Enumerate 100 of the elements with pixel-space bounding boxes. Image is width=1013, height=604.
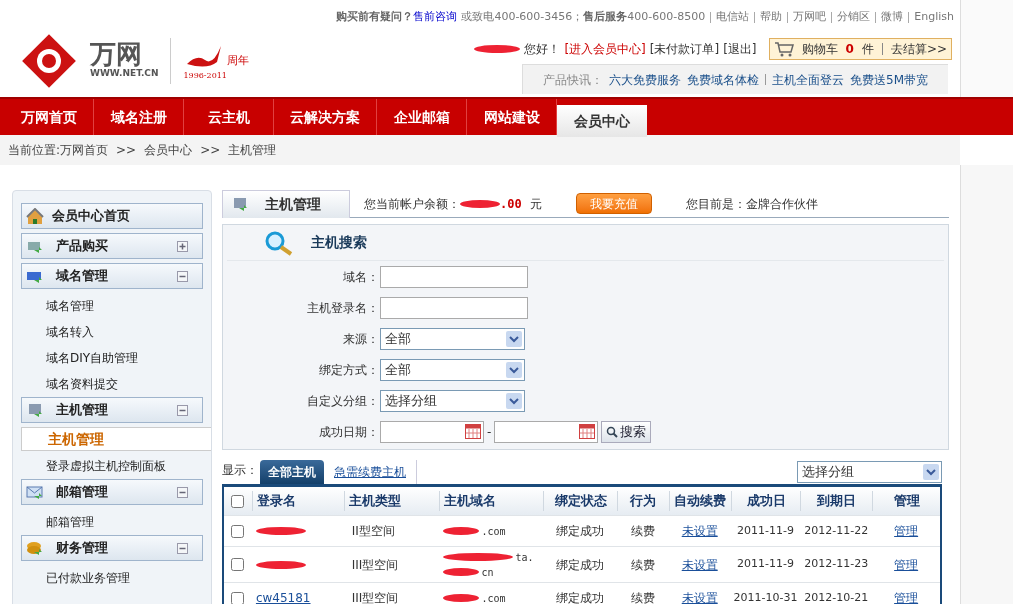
top-link[interactable]: 万网吧 bbox=[793, 8, 827, 26]
domain-text: cn bbox=[481, 565, 494, 580]
domain-text: ta. bbox=[515, 550, 534, 565]
anniversary-label: 周年 bbox=[227, 53, 250, 69]
column-header: 管理 bbox=[872, 491, 940, 511]
sidebar-link[interactable]: 主机管理 bbox=[21, 427, 211, 451]
sidebar-link[interactable]: 登录虚拟主机控制面板 bbox=[21, 453, 203, 479]
section-title: 财务管理 bbox=[55, 539, 109, 558]
field-label: 自定义分组： bbox=[306, 392, 379, 410]
select-field[interactable]: 选择分组 bbox=[380, 389, 525, 412]
table-cell-text: III型空间 bbox=[350, 556, 400, 574]
table-cell-text: III型空间 bbox=[350, 590, 400, 604]
currency-text: 元 bbox=[529, 195, 542, 213]
news-link[interactable]: 免费送5M带宽 bbox=[850, 70, 928, 89]
group-select[interactable]: 选择分组 bbox=[797, 461, 942, 483]
sidebar-link[interactable]: 域名资料提交 bbox=[21, 371, 203, 397]
cart-bar[interactable]: 购物车 0 件 去结算>> bbox=[768, 38, 952, 60]
table-cell-text: 2012-10-21 bbox=[803, 589, 870, 604]
anniversary-years: 1996-2011 bbox=[183, 69, 227, 82]
sidebar-link[interactable]: 域名转入 bbox=[21, 319, 203, 345]
top-link[interactable]: English bbox=[914, 8, 954, 26]
breadcrumb-text: 主机管理 bbox=[228, 142, 277, 159]
sidebar-section-header[interactable]: 邮箱管理 bbox=[21, 479, 203, 505]
cart-label: 购物车 bbox=[801, 41, 838, 58]
top-link[interactable]: 电信站 bbox=[716, 8, 750, 26]
table-cell-text: 绑定成功 bbox=[555, 523, 606, 540]
top-link[interactable]: 帮助 bbox=[760, 8, 783, 26]
field-label: 绑定方式： bbox=[318, 361, 379, 379]
search-title: 主机搜索 bbox=[311, 233, 367, 252]
range-separator: - bbox=[487, 423, 492, 441]
table-cell-text: II型空间 bbox=[350, 523, 396, 540]
domain-text: .com bbox=[481, 524, 506, 539]
news-link[interactable]: 六大免费服务 bbox=[609, 70, 681, 89]
manage-link[interactable]: 管理 bbox=[894, 524, 919, 538]
checkout-link[interactable]: 去结算>> bbox=[890, 40, 947, 58]
sidebar-section-header[interactable]: 域名管理 bbox=[21, 263, 203, 289]
select-value: 选择分组 bbox=[385, 391, 437, 410]
filter-tab[interactable]: 全部主机 bbox=[260, 460, 324, 484]
field-label: 来源： bbox=[342, 330, 379, 348]
sidebar-link[interactable]: 域名管理 bbox=[21, 293, 203, 319]
login-link[interactable]: cw45181 bbox=[255, 589, 311, 604]
page-title: 主机管理 bbox=[265, 194, 321, 214]
phone-text: 400-600-8500 bbox=[627, 8, 706, 25]
logo-url: WWW.NET.CN bbox=[90, 67, 159, 80]
balance-amount: .00 bbox=[500, 195, 522, 213]
sidebar-section-header[interactable]: 会员中心首页 bbox=[21, 203, 203, 229]
search-button[interactable]: 搜索 bbox=[601, 420, 652, 443]
column-header: 到期日 bbox=[800, 491, 873, 511]
sidebar-section-header[interactable]: 产品购买 bbox=[21, 233, 203, 259]
manage-link[interactable]: 管理 bbox=[894, 591, 919, 604]
sidebar-link[interactable]: 邮箱管理 bbox=[21, 509, 203, 535]
news-link[interactable]: 免费域名体检 bbox=[687, 70, 759, 89]
autorenew-link[interactable]: 未设置 bbox=[681, 557, 718, 572]
filter-tab[interactable]: 急需续费主机 bbox=[324, 460, 417, 484]
top-link[interactable]: 微博 bbox=[881, 8, 904, 26]
column-header: 绑定状态 bbox=[543, 491, 617, 511]
manage-link[interactable]: 管理 bbox=[894, 557, 919, 572]
phone-text: 或致电400-600-3456； bbox=[461, 8, 584, 25]
table-cell-text: 绑定成功 bbox=[555, 590, 606, 604]
nav-tab[interactable]: 会员中心 bbox=[557, 105, 647, 137]
select-field[interactable]: 全部 bbox=[380, 358, 525, 381]
sidebar-section-header[interactable]: 主机管理 bbox=[21, 397, 203, 423]
table-cell-text: 2012-11-22 bbox=[803, 522, 870, 539]
section-title: 会员中心首页 bbox=[52, 207, 131, 226]
breadcrumb-text: >> bbox=[200, 142, 221, 159]
select-value: 全部 bbox=[385, 360, 411, 379]
column-header: 自动续费 bbox=[668, 491, 731, 511]
greeting-text: 您好！ bbox=[524, 41, 561, 58]
top-link[interactable]: 分销区 bbox=[837, 8, 871, 26]
cart-count: 0 bbox=[845, 41, 854, 58]
cart-unit: 件 bbox=[861, 41, 874, 58]
sidebar-section-header[interactable]: 财务管理 bbox=[21, 535, 203, 561]
logo-text: 万网 bbox=[90, 40, 143, 67]
news-link[interactable]: 主机全面登云 bbox=[772, 70, 844, 89]
presale-link[interactable]: 售前咨询 bbox=[413, 8, 458, 26]
column-header: 登录名 bbox=[251, 491, 344, 511]
unpaid-orders-link[interactable]: [未付款订单] bbox=[649, 40, 720, 58]
breadcrumb-text: 会员中心 bbox=[144, 142, 193, 159]
show-label: 显示： bbox=[222, 462, 258, 479]
section-title: 主机管理 bbox=[55, 401, 109, 420]
logout-link[interactable]: [退出] bbox=[723, 40, 757, 58]
column-header: 行为 bbox=[616, 491, 669, 511]
section-title: 产品购买 bbox=[55, 237, 109, 256]
sidebar-link[interactable]: 域名DIY自助管理 bbox=[21, 345, 203, 371]
table-cell-text: 2012-11-23 bbox=[803, 556, 870, 573]
aftersale-label: 售后服务 bbox=[583, 8, 628, 25]
select-value: 全部 bbox=[385, 329, 411, 348]
autorenew-link[interactable]: 未设置 bbox=[681, 591, 718, 604]
field-label: 域名： bbox=[342, 268, 379, 286]
breadcrumb-text: 当前位置:万网首页 bbox=[8, 142, 109, 159]
column-header: 主机域名 bbox=[439, 491, 544, 511]
help-question: 购买前有疑问？ bbox=[336, 8, 414, 25]
autorenew-link[interactable]: 未设置 bbox=[681, 524, 718, 538]
breadcrumb-text: >> bbox=[116, 142, 137, 159]
sidebar-link[interactable]: 已付款业务管理 bbox=[21, 565, 203, 591]
table-cell-text: 2011-10-31 bbox=[732, 589, 799, 604]
select-field[interactable]: 全部 bbox=[380, 327, 525, 350]
member-center-link[interactable]: [进入会员中心] bbox=[564, 40, 646, 58]
select-value: 选择分组 bbox=[802, 463, 854, 482]
news-label: 产品快讯： bbox=[543, 71, 603, 89]
